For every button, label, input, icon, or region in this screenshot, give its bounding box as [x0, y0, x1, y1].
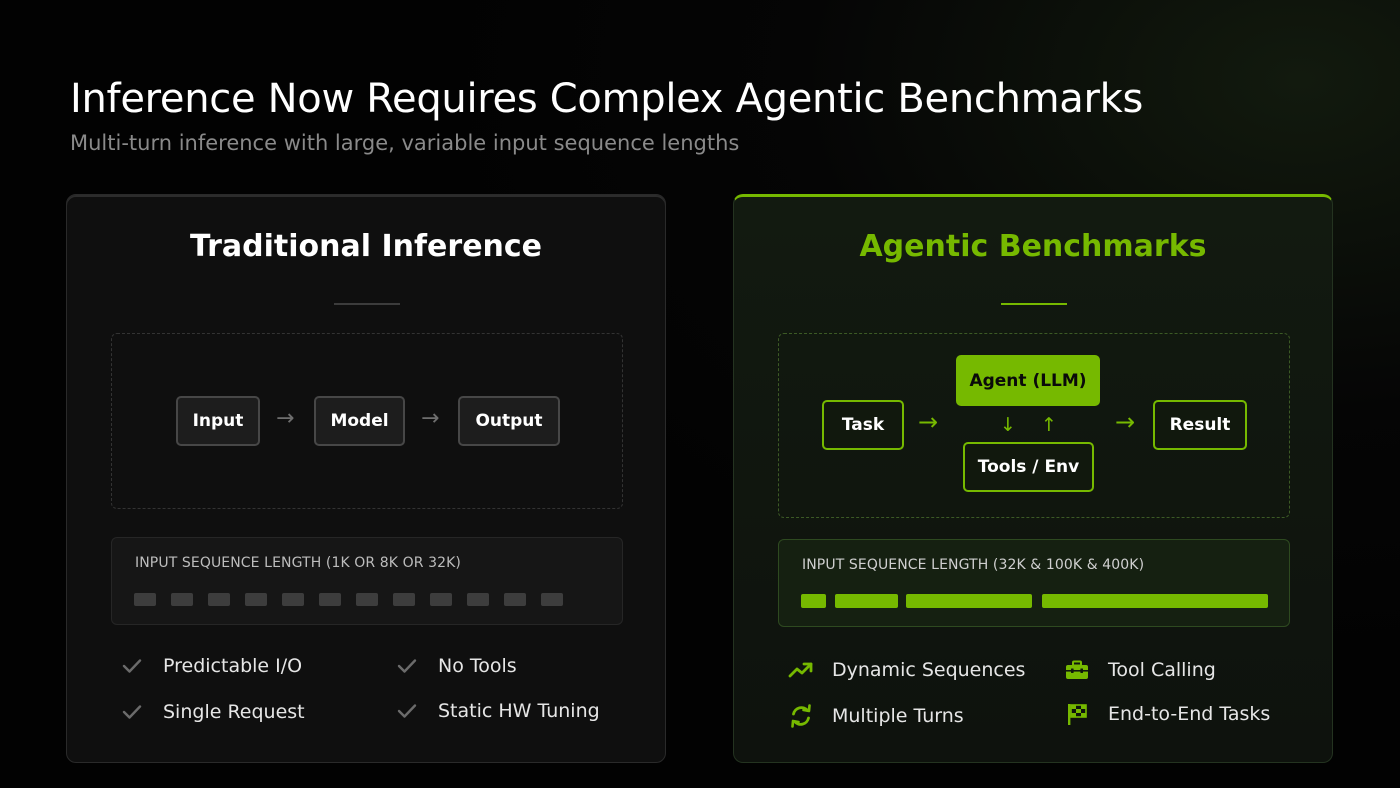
- input-sequence-panel: INPUT SEQUENCE LENGTH (32K & 100K & 400K…: [778, 539, 1290, 627]
- sequence-bar: [134, 593, 156, 606]
- feature-predictable-io: Predictable I/O: [119, 653, 302, 679]
- sequence-segment-short: [801, 594, 826, 608]
- sequence-segment-long: [906, 594, 1032, 608]
- card-title: Traditional Inference: [189, 229, 543, 264]
- trending-up-icon: [788, 657, 814, 683]
- sequence-bar: [430, 593, 452, 606]
- input-sequence-panel: INPUT SEQUENCE LENGTH (1K OR 8K OR 32K): [111, 537, 623, 625]
- toolbox-icon: [1064, 657, 1090, 683]
- feature-static-hw-tuning: Static HW Tuning: [394, 698, 600, 724]
- arrow-right-icon: →: [421, 406, 440, 431]
- sequence-label: INPUT SEQUENCE LENGTH (32K & 100K & 400K…: [802, 557, 1145, 573]
- sequence-bar: [504, 593, 526, 606]
- arrow-right-icon: →: [276, 406, 295, 431]
- feature-label: Multiple Turns: [832, 705, 964, 727]
- sequence-bar: [245, 593, 267, 606]
- refresh-icon: [788, 703, 814, 729]
- feature-label: No Tools: [438, 655, 517, 677]
- arrow-right-icon: →: [1115, 408, 1136, 436]
- tools-env-node: Tools / Env: [963, 442, 1094, 492]
- sequence-bar: [282, 593, 304, 606]
- page-subtitle: Multi-turn inference with large, variabl…: [70, 131, 740, 155]
- title-divider: [334, 303, 400, 305]
- feature-multiple-turns: Multiple Turns: [788, 703, 964, 729]
- sequence-bar: [541, 593, 563, 606]
- sequence-segment-medium: [835, 594, 898, 608]
- agentic-benchmarks-card: Agentic Benchmarks Task → Agent (LLM) ↓ …: [733, 194, 1333, 763]
- check-icon: [119, 653, 145, 679]
- sequence-bar: [356, 593, 378, 606]
- arrow-down-icon: ↓: [1000, 414, 1016, 436]
- sequence-bar: [467, 593, 489, 606]
- feature-label: Single Request: [163, 701, 305, 723]
- feature-dynamic-sequences: Dynamic Sequences: [788, 657, 1025, 683]
- arrow-up-icon: ↑: [1041, 414, 1057, 436]
- feature-no-tools: No Tools: [394, 653, 517, 679]
- model-node: Model: [314, 396, 405, 446]
- feature-label: Tool Calling: [1108, 659, 1216, 681]
- feature-label: Predictable I/O: [163, 655, 303, 677]
- sequence-bar: [393, 593, 415, 606]
- sequence-bar: [171, 593, 193, 606]
- task-node: Task: [822, 400, 904, 450]
- title-divider: [1001, 303, 1067, 305]
- sequence-segment-longest: [1042, 594, 1268, 608]
- sequence-label: INPUT SEQUENCE LENGTH (1K OR 8K OR 32K): [135, 555, 461, 571]
- check-icon: [119, 699, 145, 725]
- feature-label: End-to-End Tasks: [1108, 703, 1271, 725]
- feature-tool-calling: Tool Calling: [1064, 657, 1216, 683]
- agentic-flow-diagram: Task → Agent (LLM) ↓ ↑ Tools / Env → Res…: [778, 333, 1290, 518]
- input-node: Input: [176, 396, 260, 446]
- flow-diagram: Input → Model → Output: [111, 333, 623, 509]
- arrow-right-icon: →: [918, 408, 939, 436]
- output-node: Output: [458, 396, 560, 446]
- card-title: Agentic Benchmarks: [859, 229, 1207, 264]
- result-node: Result: [1153, 400, 1247, 450]
- feature-single-request: Single Request: [119, 699, 305, 725]
- sequence-bar: [208, 593, 230, 606]
- check-icon: [394, 653, 420, 679]
- traditional-inference-card: Traditional Inference Input → Model → Ou…: [66, 194, 666, 763]
- page-title: Inference Now Requires Complex Agentic B…: [70, 76, 1144, 122]
- feature-label: Static HW Tuning: [438, 700, 600, 722]
- checkered-flag-icon: [1064, 701, 1090, 727]
- feature-end-to-end-tasks: End-to-End Tasks: [1064, 701, 1270, 727]
- sequence-bar: [319, 593, 341, 606]
- agent-llm-node: Agent (LLM): [956, 355, 1100, 406]
- check-icon: [394, 698, 420, 724]
- feature-label: Dynamic Sequences: [832, 659, 1026, 681]
